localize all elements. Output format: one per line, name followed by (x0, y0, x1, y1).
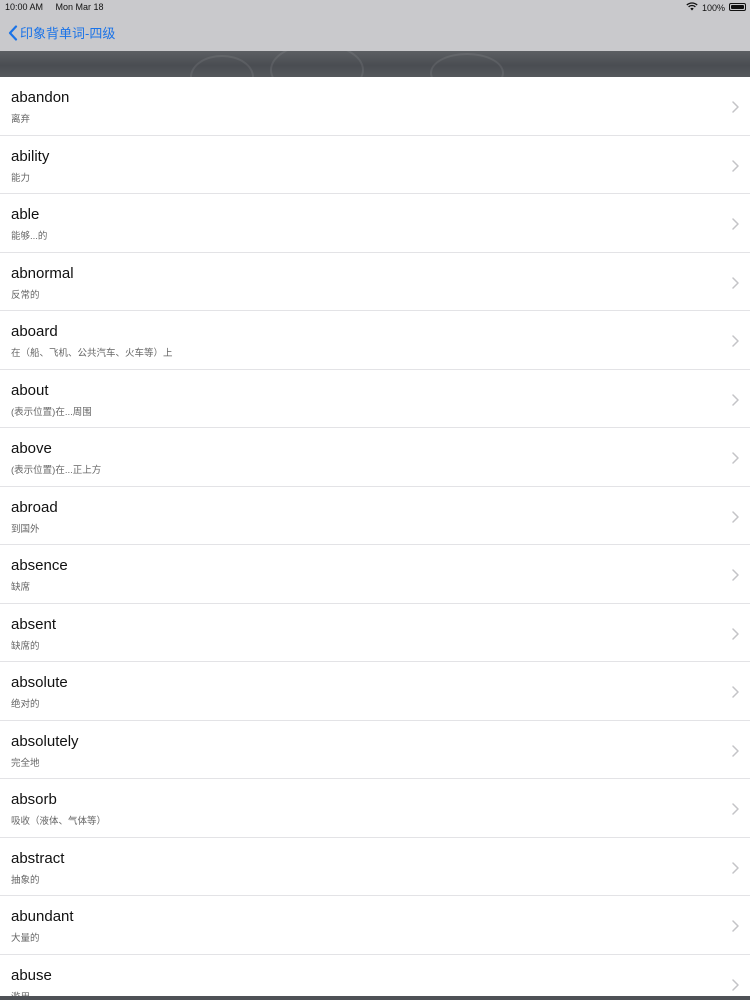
word-text: abuse (11, 966, 52, 984)
banner-decoration (190, 55, 254, 77)
banner-decoration (430, 53, 504, 77)
word-row[interactable]: absorb 吸收（液体、气体等） (0, 779, 750, 838)
word-text: abroad (11, 498, 58, 516)
chevron-right-icon (732, 159, 739, 177)
word-row[interactable]: absence 缺席 (0, 545, 750, 604)
chevron-right-icon (732, 276, 739, 294)
word-row[interactable]: abandon 离弃 (0, 77, 750, 136)
word-text: absence (11, 557, 68, 574)
word-meaning: 能够...的 (11, 231, 48, 242)
banner-decoration (270, 51, 364, 77)
chevron-right-icon (732, 861, 739, 879)
word-meaning: 能力 (11, 172, 31, 184)
chevron-right-icon (732, 217, 739, 235)
word-text: absorb (11, 791, 57, 808)
word-meaning: 吸收（液体、气体等） (11, 816, 107, 827)
word-row[interactable]: abstract 抽象的 (0, 837, 750, 896)
chevron-right-icon (732, 451, 739, 469)
status-right: 100% (686, 2, 725, 13)
word-meaning: 抽象的 (11, 874, 40, 886)
word-row[interactable]: abroad 到国外 (0, 486, 750, 545)
chevron-right-icon (732, 568, 739, 586)
word-meaning: 滥用 (11, 989, 30, 997)
chevron-right-icon (732, 919, 739, 937)
word-meaning: 在（船、飞机、公共汽车、火车等）上 (11, 348, 173, 359)
word-list: abandon 离弃 ability 能力 able 能够...的 abnormal 反常的 a… (0, 77, 750, 996)
word-row[interactable]: ability 能力 (0, 135, 750, 194)
word-meaning: 到国外 (11, 523, 40, 535)
chevron-right-icon (732, 978, 739, 996)
word-text: about (11, 381, 49, 399)
word-meaning: (表示位置)在...正上方 (11, 465, 102, 476)
back-label: 印象背单词-四级 (20, 26, 116, 41)
word-text: abnormal (11, 264, 74, 282)
bottom-edge (0, 996, 750, 1000)
back-button[interactable]: 印象背单词-四级 (8, 23, 115, 42)
word-text: ability (11, 147, 50, 165)
chevron-right-icon (732, 334, 739, 352)
word-meaning: 完全地 (11, 757, 40, 769)
word-row[interactable]: abuse 滥用 (0, 954, 750, 997)
word-text: absent (11, 615, 57, 633)
word-meaning: 大量的 (11, 933, 40, 944)
navigation-bar: 印象背单词-四级 (0, 14, 750, 51)
word-meaning: (表示位置)在...周围 (11, 406, 92, 418)
word-row[interactable]: absent 缺席的 (0, 603, 750, 662)
word-row[interactable]: abnormal 反常的 (0, 252, 750, 311)
status-time: 10:00 AM (5, 2, 44, 12)
word-row[interactable]: abundant 大量的 (0, 896, 750, 955)
word-meaning: 反常的 (11, 289, 40, 301)
word-text: abundant (11, 908, 74, 925)
word-text: absolutely (11, 732, 79, 750)
word-meaning: 缺席 (11, 582, 31, 593)
header-banner-image (0, 51, 750, 77)
word-row[interactable]: aboard 在（船、飞机、公共汽车、火车等）上 (0, 311, 750, 370)
chevron-left-icon (8, 24, 18, 41)
word-meaning: 绝对的 (11, 699, 40, 710)
chevron-right-icon (732, 744, 739, 762)
status-left: 10:00 AM Mon Mar 18 (5, 2, 114, 12)
battery-icon (729, 3, 746, 11)
wifi-icon (686, 2, 698, 13)
chevron-right-icon (732, 100, 739, 118)
word-row[interactable]: absolute 绝对的 (0, 662, 750, 721)
word-text: aboard (11, 323, 58, 340)
word-row[interactable]: above (表示位置)在...正上方 (0, 428, 750, 487)
word-meaning: 离弃 (11, 114, 31, 125)
chevron-right-icon (732, 802, 739, 820)
status-bar: 10:00 AM Mon Mar 18 100% (0, 0, 750, 14)
word-row[interactable]: able 能够...的 (0, 194, 750, 253)
status-date: Mon Mar 18 (55, 2, 104, 12)
word-text: abstract (11, 849, 65, 867)
battery-percent: 100% (701, 2, 725, 13)
word-text: above (11, 440, 52, 457)
chevron-right-icon (732, 510, 739, 528)
chevron-right-icon (732, 685, 739, 703)
screen: 10:00 AM Mon Mar 18 100% 印象背单词-四级 abando… (0, 0, 750, 1000)
word-text: able (11, 206, 40, 223)
word-text: abandon (11, 89, 70, 106)
chevron-right-icon (732, 393, 739, 411)
word-row[interactable]: about (表示位置)在...周围 (0, 369, 750, 428)
chevron-right-icon (732, 627, 739, 645)
word-row[interactable]: absolutely 完全地 (0, 720, 750, 779)
word-meaning: 缺席的 (11, 640, 40, 652)
word-text: absolute (11, 674, 68, 691)
battery-fill (731, 5, 744, 9)
